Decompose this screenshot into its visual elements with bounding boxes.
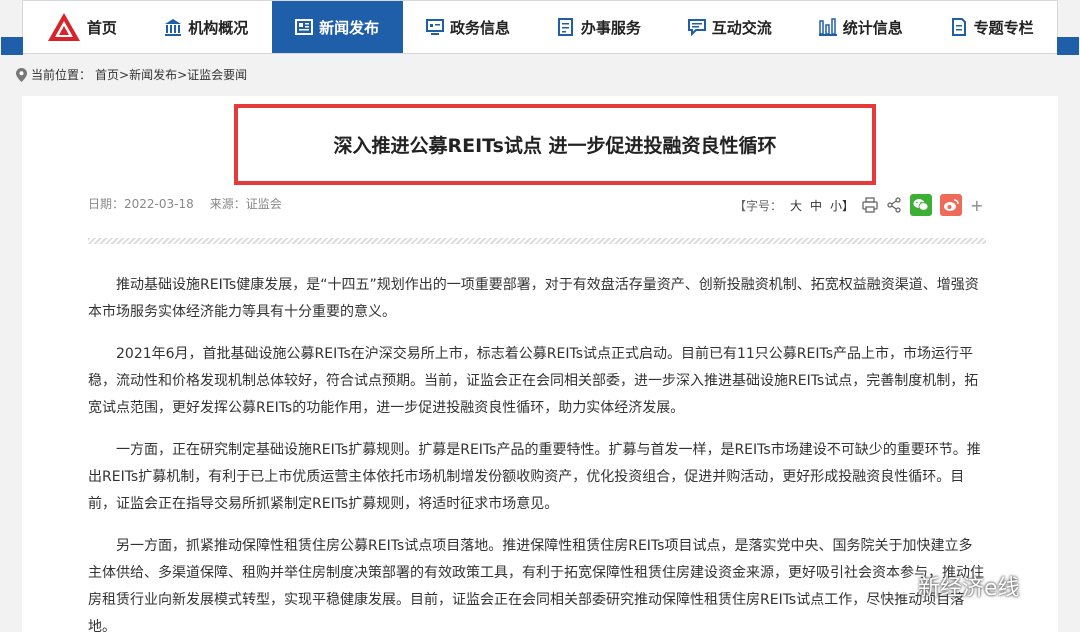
- nav-about-label: 机构概况: [188, 18, 249, 37]
- nav-topics-label: 专题专栏: [973, 18, 1034, 37]
- nav-interaction-label: 互动交流: [711, 18, 772, 37]
- article-date: 日期：2022-03-18: [88, 197, 194, 211]
- monitor-icon: [426, 19, 445, 35]
- article-meta: 日期：2022-03-18 来源：证监会: [88, 195, 282, 212]
- wechat-icon: [913, 199, 929, 211]
- nav-news-label: 新闻发布: [319, 18, 380, 37]
- nav-news[interactable]: 新闻发布: [271, 1, 403, 53]
- nav-interaction[interactable]: 互动交流: [664, 1, 795, 53]
- weibo-share-button[interactable]: [940, 194, 963, 216]
- divider: [88, 238, 986, 244]
- nav-services[interactable]: 办事服务: [533, 1, 664, 53]
- building-icon: [165, 19, 182, 36]
- nav-statistics[interactable]: 统计信息: [795, 1, 926, 53]
- main-nav: 首页 机构概况 新闻发布 政务信息 办事服务 互动交流 统计信息 专题专栏: [1, 0, 1079, 55]
- article-card: 深入推进公募REITs试点 进一步促进投融资良性循环 日期：2022-03-18…: [22, 96, 1058, 632]
- nav-statistics-label: 统计信息: [842, 18, 903, 37]
- csrc-logo-icon: [47, 13, 80, 41]
- article-source: 来源：证监会: [209, 197, 282, 211]
- bar-chart-icon: [818, 18, 837, 36]
- font-large-button[interactable]: 大: [790, 197, 802, 214]
- share-icon[interactable]: [886, 197, 902, 213]
- wechat-channel-icon: [888, 576, 912, 595]
- wechat-share-button[interactable]: [910, 194, 933, 216]
- article-paragraph: 一方面，正在研究制定基础设施REITs扩募规则。扩募是REITs产品的重要特性。…: [88, 442, 981, 512]
- watermark-text: 新经济e线: [918, 576, 1020, 601]
- title-highlight-box: 深入推进公募REITs试点 进一步促进投融资良性循环: [234, 104, 876, 185]
- print-icon[interactable]: [862, 197, 878, 213]
- article-title: 深入推进公募REITs试点 进一步促进投融资良性循环: [333, 135, 777, 157]
- more-share-icon[interactable]: +: [970, 196, 983, 215]
- nav-gov-info[interactable]: 政务信息: [403, 1, 534, 53]
- nav-services-label: 办事服务: [580, 18, 641, 37]
- location-pin-icon: [16, 67, 27, 82]
- article-paragraph: 2021年6月，首批基础设施公募REITs在沪深交易所上市，标志着公募REITs…: [88, 346, 979, 416]
- nav-home[interactable]: 首页: [23, 1, 141, 53]
- document-icon: [557, 18, 573, 36]
- breadcrumb-prefix: 当前位置：: [31, 68, 92, 82]
- file-icon: [951, 18, 966, 36]
- article-paragraph: 推动基础设施REITs健康发展，是“十四五”规划作出的一项重要部署，对于有效盘活…: [88, 277, 979, 320]
- article-tools: 【字号： 大 中 小】 +: [734, 194, 983, 216]
- font-medium-button[interactable]: 中: [810, 197, 822, 214]
- news-icon: [295, 19, 314, 35]
- article-paragraph: 另一方面，抓紧推动保障性租赁住房公募REITs试点项目落地。推进保障性租赁住房R…: [88, 538, 984, 632]
- weibo-icon: [944, 199, 959, 211]
- nav-gov-info-label: 政务信息: [450, 18, 511, 37]
- breadcrumb: 当前位置： 首页>新闻发布>证监会要闻: [16, 66, 247, 83]
- font-size-label: 【字号：: [734, 198, 783, 213]
- chat-icon: [687, 19, 706, 36]
- nav-topics[interactable]: 专题专栏: [926, 1, 1057, 53]
- breadcrumb-path[interactable]: 首页>新闻发布>证监会要闻: [95, 66, 247, 83]
- font-small-button[interactable]: 小】: [830, 197, 854, 214]
- nav-about[interactable]: 机构概况: [141, 1, 272, 53]
- nav-home-label: 首页: [86, 18, 117, 37]
- watermark: 新经济e线: [888, 570, 1020, 602]
- article-body: 推动基础设施REITs健康发展，是“十四五”规划作出的一项重要部署，对于有效盘活…: [88, 272, 986, 632]
